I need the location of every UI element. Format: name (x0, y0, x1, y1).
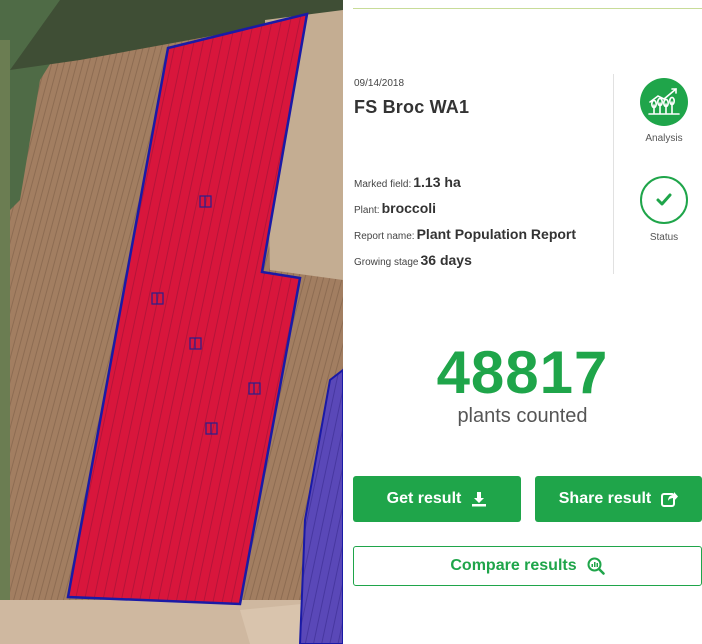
top-divider (353, 8, 702, 9)
plant-count: 48817 (436, 339, 609, 406)
get-result-button[interactable]: Get result (353, 476, 521, 522)
share-result-label: Share result (558, 490, 652, 507)
report-panel: 09/14/2018 FS Broc WA1 Marked field: 1.13… (343, 0, 702, 644)
field-title: FS Broc WA1 (354, 97, 470, 117)
share-result-button[interactable]: Share result (535, 476, 702, 522)
report-date: 09/14/2018 (354, 78, 405, 89)
plant-row: Plant: broccoli (354, 200, 436, 216)
download-icon (471, 491, 487, 507)
growing-stage-label: Growing stage (354, 257, 419, 268)
analysis-chart-icon[interactable] (640, 78, 688, 126)
compare-results-button[interactable]: Compare results (353, 546, 702, 586)
plant-value: broccoli (381, 200, 437, 216)
plant-count-caption: plants counted (457, 405, 588, 427)
plant-label: Plant: (354, 205, 380, 216)
share-icon (661, 491, 679, 507)
status-label: Status (649, 232, 679, 243)
growing-stage-row: Growing stage 36 days (354, 252, 472, 268)
compare-results-label: Compare results (450, 557, 577, 574)
report-name-label: Report name: (354, 231, 415, 242)
status-check-icon[interactable] (640, 176, 688, 224)
search-chart-icon (587, 557, 605, 575)
report-name-value: Plant Population Report (416, 226, 577, 242)
analysis-label: Analysis (645, 133, 683, 144)
get-result-label: Get result (386, 490, 462, 507)
field-map[interactable] (0, 0, 343, 644)
report-name-row: Report name: Plant Population Report (354, 226, 576, 242)
vertical-divider (613, 74, 614, 274)
marked-field-row: Marked field: 1.13 ha (354, 174, 461, 190)
marked-field-value: 1.13 ha (413, 174, 461, 190)
growing-stage-value: 36 days (420, 252, 472, 268)
marked-field-label: Marked field: (354, 179, 412, 190)
